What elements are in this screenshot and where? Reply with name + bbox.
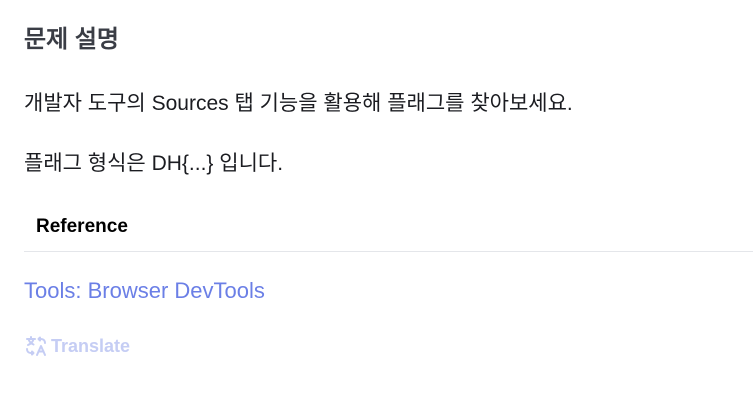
- reference-link-devtools[interactable]: Tools: Browser DevTools: [24, 276, 265, 306]
- section-title: 문제 설명: [24, 26, 119, 53]
- translate-icon: [24, 334, 48, 358]
- reference-title: Reference: [36, 216, 128, 237]
- translate-label: Translate: [51, 336, 131, 356]
- description-paragraph: 개발자 도구의 Sources 탭 기능을 활용해 플래그를 찾아보세요.: [24, 92, 573, 115]
- translate-button[interactable]: Translate: [24, 333, 130, 359]
- reference-header: Reference: [24, 211, 753, 252]
- flag-format-paragraph: 플래그 형식은 DH{...} 입니다.: [24, 152, 284, 175]
